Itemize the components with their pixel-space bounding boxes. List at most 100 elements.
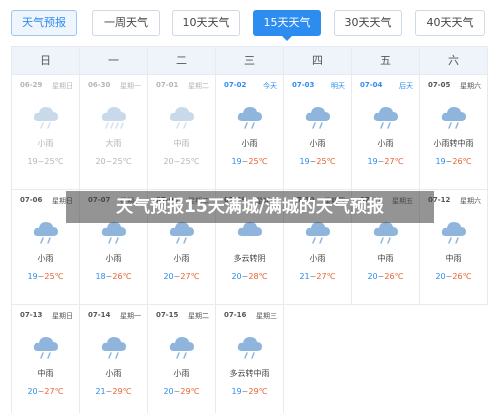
weekday-header: 五: [352, 47, 420, 75]
tab-2[interactable]: 10天天气: [172, 10, 240, 36]
day-weekday: 星期三: [256, 312, 277, 320]
day-weekday: 星期一: [120, 312, 141, 320]
weekday-header: 日: [12, 47, 80, 75]
rain-icon: [439, 216, 469, 246]
date-row: 07-15 星期二: [148, 311, 215, 323]
day-cell[interactable]: 07-03 明天 小雨 19~25℃: [284, 75, 352, 190]
temperature-range: 20~26℃: [420, 272, 487, 281]
weather-calendar: 日一二三四五六 06-29 星期日 小雨 19~25℃ 06-30 星期一 大雨…: [11, 46, 488, 413]
temp-high: 27℃: [44, 387, 64, 396]
temp-low: 19: [435, 157, 446, 166]
temp-low: 20: [367, 272, 378, 281]
temp-high: 25℃: [112, 157, 132, 166]
weather-desc: 小雨转中雨: [433, 139, 474, 148]
temp-high: 29℃: [112, 387, 132, 396]
rain-icon: [235, 331, 265, 361]
rain-icon: [167, 331, 197, 361]
temp-high: 25℃: [248, 157, 268, 166]
rain-icon: [31, 216, 61, 246]
weather-desc: 中雨: [377, 254, 394, 263]
day-weekday: 星期二: [188, 82, 209, 90]
temp-high: 27℃: [384, 157, 404, 166]
weather-desc: 中雨: [37, 369, 54, 378]
page-title-banner: 天气预报15天满城/满城的天气预报: [66, 191, 434, 223]
temp-high: 25℃: [44, 272, 64, 281]
tab-5[interactable]: 40天天气: [415, 10, 485, 36]
day-weekday: 星期六: [460, 197, 481, 205]
temp-low: 19: [27, 272, 38, 281]
date-row: 07-14 星期一: [80, 311, 147, 323]
temperature-range: 21~29℃: [80, 387, 147, 396]
temp-low: 20: [95, 157, 106, 166]
tab-1[interactable]: 一周天气: [92, 10, 160, 36]
date-row: 07-04 后天: [352, 81, 419, 93]
temperature-range: 20~25℃: [148, 157, 215, 166]
day-weekday: 星期六: [460, 82, 481, 90]
day-weekday: 后天: [399, 82, 413, 90]
weekday-header: 二: [148, 47, 216, 75]
day-weekday: 星期日: [52, 312, 73, 320]
day-cell[interactable]: 06-29 星期日 小雨 19~25℃: [12, 75, 80, 190]
temperature-range: 20~28℃: [216, 272, 283, 281]
day-weekday: 星期一: [120, 82, 141, 90]
weather-desc: 中雨: [173, 139, 190, 148]
temp-high: 26℃: [384, 272, 404, 281]
date-row: 07-02 今天: [216, 81, 283, 93]
temp-low: 20: [435, 272, 446, 281]
temperature-range: 19~27℃: [352, 157, 419, 166]
weekday-header: 一: [80, 47, 148, 75]
weekday-header: 四: [284, 47, 352, 75]
tab-0[interactable]: 天气预报: [11, 10, 77, 36]
weather-desc: 小雨: [241, 139, 258, 148]
empty-cell: [284, 305, 352, 413]
temp-high: 25℃: [180, 157, 200, 166]
temperature-range: 19~29℃: [216, 387, 283, 396]
day-weekday: 明天: [331, 82, 345, 90]
day-cell[interactable]: 07-14 星期一 小雨 21~29℃: [80, 305, 148, 413]
day-date: 07-02: [224, 81, 247, 89]
temp-low: 20: [231, 272, 242, 281]
temp-high: 26℃: [452, 272, 472, 281]
weather-desc: 多云转中雨: [229, 369, 270, 378]
temperature-range: 19~26℃: [420, 157, 487, 166]
day-cell[interactable]: 07-05 星期六 小雨转中雨 19~26℃: [420, 75, 488, 190]
day-weekday: 星期二: [188, 312, 209, 320]
date-row: 06-30 星期一: [80, 81, 147, 93]
weather-desc: 小雨: [105, 254, 122, 263]
day-cell[interactable]: 07-04 后天 小雨 19~27℃: [352, 75, 420, 190]
tab-4[interactable]: 30天天气: [334, 10, 402, 36]
temp-low: 19: [231, 157, 242, 166]
temp-low: 21: [299, 272, 310, 281]
tab-3[interactable]: 15天天气: [253, 10, 321, 41]
temperature-range: 20~29℃: [148, 387, 215, 396]
rain-icon: [167, 101, 197, 131]
empty-cell: [420, 305, 488, 413]
weekday-header: 六: [420, 47, 488, 75]
temperature-range: 19~25℃: [216, 157, 283, 166]
day-cell[interactable]: 07-01 星期二 中雨 20~25℃: [148, 75, 216, 190]
day-cell[interactable]: 07-13 星期日 中雨 20~27℃: [12, 305, 80, 413]
temp-high: 28℃: [248, 272, 268, 281]
date-row: 07-05 星期六: [420, 81, 487, 93]
temperature-range: 20~27℃: [12, 387, 79, 396]
temp-high: 29℃: [248, 387, 268, 396]
weather-desc: 小雨: [173, 254, 190, 263]
empty-cell: [352, 305, 420, 413]
temp-low: 20: [163, 387, 174, 396]
temp-low: 19: [231, 387, 242, 396]
temp-high: 26℃: [452, 157, 472, 166]
temperature-range: 18~26℃: [80, 272, 147, 281]
day-cell[interactable]: 07-02 今天 小雨 19~25℃: [216, 75, 284, 190]
day-date: 07-13: [20, 311, 43, 319]
rain-icon: [303, 101, 333, 131]
day-cell[interactable]: 06-30 星期一 大雨 20~25℃: [80, 75, 148, 190]
rain-icon: [31, 331, 61, 361]
weather-desc: 小雨: [309, 139, 326, 148]
day-cell[interactable]: 07-15 星期二 小雨 20~29℃: [148, 305, 216, 413]
day-cell[interactable]: 07-16 星期三 多云转中雨 19~29℃: [216, 305, 284, 413]
temp-low: 19: [367, 157, 378, 166]
weather-desc: 小雨: [173, 369, 190, 378]
temperature-range: 20~25℃: [80, 157, 147, 166]
temp-high: 27℃: [316, 272, 336, 281]
temperature-range: 20~27℃: [148, 272, 215, 281]
